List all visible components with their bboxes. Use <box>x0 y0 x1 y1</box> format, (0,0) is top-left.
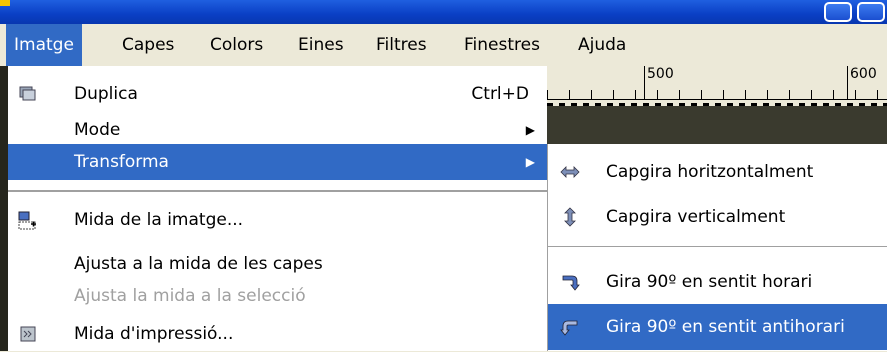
menu-colors[interactable]: Colors <box>202 24 271 66</box>
submenu-item-rotate-cw[interactable]: Gira 90º en sentit horari <box>548 259 887 305</box>
menu-item-label: Duplica <box>74 84 138 104</box>
menu-item-label: Transforma <box>74 152 169 172</box>
menu-item-ajusta-capes[interactable]: Ajusta a la mida de les capes <box>8 246 547 282</box>
submenu-item-flip-vertical[interactable]: Capgira verticalment <box>548 194 887 240</box>
rotate-clockwise-icon <box>562 275 580 291</box>
menu-item-transforma[interactable]: Transforma ▶ <box>8 144 547 180</box>
canvas-area <box>547 106 887 144</box>
menu-item-mode[interactable]: Mode ▶ <box>8 112 547 148</box>
menu-item-label: Mode <box>74 120 121 140</box>
horizontal-ruler: 500 600 <box>547 66 887 106</box>
submenu-arrow-icon: ▶ <box>525 123 535 137</box>
menu-item-mida-imatge[interactable]: Mida de la imatge... <box>8 202 547 238</box>
window-titlebar <box>0 0 887 24</box>
print-size-icon <box>20 326 36 342</box>
submenu-separator <box>548 246 887 247</box>
submenu-item-label: Gira 90º en sentit antihorari <box>606 317 845 337</box>
menu-filtres[interactable]: Filtres <box>368 24 435 66</box>
image-menu-dropdown: Duplica Ctrl+D Mode ▶ Transforma ▶ Mida … <box>0 66 547 351</box>
menubar: Imatge Capes Colors Eines Filtres Finest… <box>0 24 887 67</box>
menu-item-label: Ajusta a la mida de les capes <box>74 254 323 274</box>
ruler-label-600: 600 <box>847 66 877 100</box>
ruler-label-500: 500 <box>644 66 674 100</box>
menu-finestres[interactable]: Finestres <box>456 24 548 66</box>
submenu-arrow-icon: ▶ <box>525 155 535 169</box>
titlebar-edge <box>0 0 10 6</box>
menu-item-label: Ajusta la mida a la selecció <box>74 286 306 306</box>
shortcut-label: Ctrl+D <box>471 84 529 104</box>
submenu-item-label: Capgira horitzontalment <box>606 162 814 182</box>
menu-ajuda[interactable]: Ajuda <box>570 24 634 66</box>
flip-horizontal-icon <box>560 166 580 178</box>
menu-imatge[interactable]: Imatge <box>6 24 82 66</box>
menu-eines[interactable]: Eines <box>290 24 352 66</box>
transform-submenu: Capgira horitzontalment Capgira vertical… <box>547 144 887 351</box>
ruler-baseline <box>547 99 887 100</box>
menu-item-label: Mida de la imatge... <box>74 210 244 230</box>
submenu-item-label: Capgira verticalment <box>606 207 786 227</box>
menu-item-duplica[interactable]: Duplica Ctrl+D <box>8 76 547 112</box>
rotate-counterclockwise-icon <box>560 320 578 336</box>
menu-capes[interactable]: Capes <box>114 24 182 66</box>
menu-item-ajusta-seleccio: Ajusta la mida a la selecció <box>8 278 547 314</box>
submenu-item-label: Gira 90º en sentit horari <box>606 272 813 292</box>
minimize-button[interactable] <box>824 2 852 22</box>
flip-vertical-icon <box>564 207 576 227</box>
submenu-item-rotate-ccw[interactable]: Gira 90º en sentit antihorari <box>548 304 887 350</box>
menu-item-mida-impressio[interactable]: Mida d'impressió... <box>8 316 547 352</box>
image-size-icon <box>18 211 36 230</box>
duplicate-icon <box>19 86 36 101</box>
menu-separator <box>8 190 547 192</box>
menu-item-label: Mida d'impressió... <box>74 324 234 344</box>
maximize-button[interactable] <box>857 2 885 22</box>
submenu-item-flip-horizontal[interactable]: Capgira horitzontalment <box>548 149 887 195</box>
